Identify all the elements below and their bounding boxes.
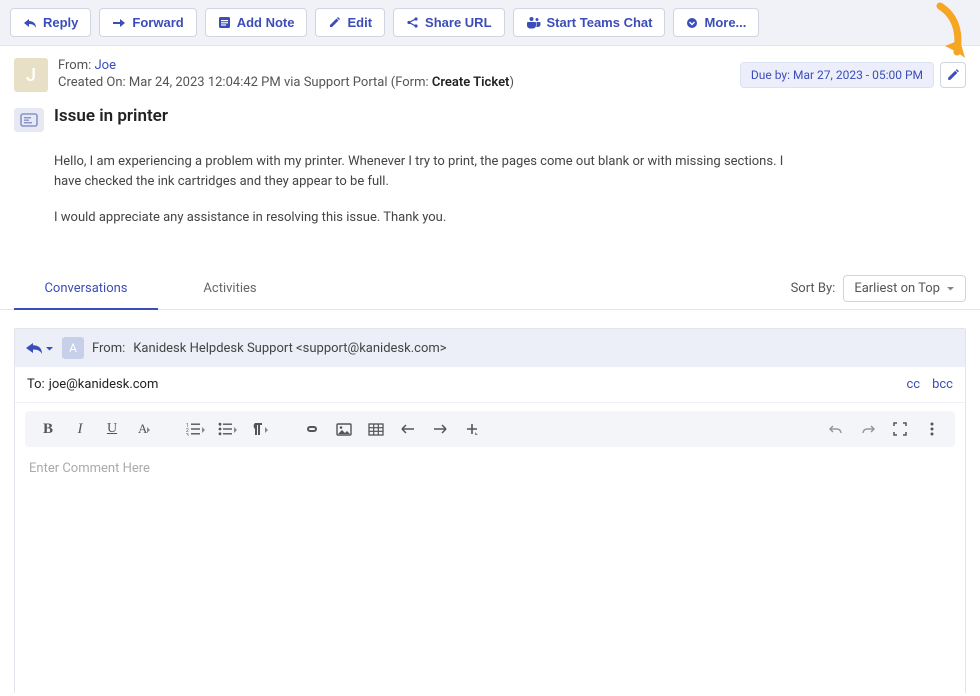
forward-button[interactable]: Forward xyxy=(99,8,196,37)
due-value: Mar 27, 2023 - 05:00 PM xyxy=(793,68,923,82)
pencil-icon xyxy=(946,68,960,82)
caret-down-icon xyxy=(946,284,955,293)
text-color-button[interactable]: A xyxy=(129,415,159,443)
sort-label: Sort By: xyxy=(791,281,836,296)
paragraph-button[interactable] xyxy=(245,415,275,443)
tab-conversations[interactable]: Conversations xyxy=(14,269,158,310)
requester-avatar: J xyxy=(14,58,48,92)
image-button[interactable] xyxy=(329,415,359,443)
sort-value: Earliest on Top xyxy=(854,281,940,296)
ticket-header: J From: Joe Created On: Mar 24, 2023 12:… xyxy=(0,46,980,98)
more-label: More... xyxy=(704,15,746,30)
avatar-letter: A xyxy=(69,341,77,355)
editor-textarea[interactable]: Enter Comment Here xyxy=(15,447,965,693)
svg-text:A: A xyxy=(138,421,148,436)
teams-chat-button[interactable]: Start Teams Chat xyxy=(513,8,666,37)
tab-activities[interactable]: Activities xyxy=(158,269,302,308)
edit-due-button[interactable] xyxy=(940,62,966,88)
fullscreen-button[interactable] xyxy=(885,415,915,443)
note-icon xyxy=(218,16,231,29)
arrow-left-button[interactable] xyxy=(393,415,423,443)
bullet-list-button[interactable] xyxy=(213,415,243,443)
compose-from-label: From: xyxy=(92,341,125,356)
editor-toolbar: B I U A 123 xyxy=(25,411,955,447)
teams-icon xyxy=(526,16,541,29)
reply-label: Reply xyxy=(43,15,78,30)
compose-from-value: Kanidesk Helpdesk Support <support@kanid… xyxy=(133,341,446,356)
teams-chat-label: Start Teams Chat xyxy=(547,15,653,30)
requester-link[interactable]: Joe xyxy=(95,58,116,73)
from-label: From: xyxy=(58,58,91,73)
created-value: Mar 24, 2023 12:04:42 PM via Support Por… xyxy=(129,75,429,90)
due-label: Due by: xyxy=(751,68,790,82)
reply-mode-button[interactable] xyxy=(25,341,54,355)
body-paragraph: Hello, I am experiencing a problem with … xyxy=(54,152,806,192)
reply-icon xyxy=(23,17,37,29)
ticket-title: Issue in printer xyxy=(54,106,168,126)
undo-button[interactable] xyxy=(821,415,851,443)
share-icon xyxy=(406,16,419,29)
forward-label: Forward xyxy=(132,15,183,30)
arrow-right-button[interactable] xyxy=(425,415,455,443)
table-button[interactable] xyxy=(361,415,391,443)
italic-button[interactable]: I xyxy=(65,415,95,443)
share-url-label: Share URL xyxy=(425,15,491,30)
edit-label: Edit xyxy=(347,15,372,30)
bcc-link[interactable]: bcc xyxy=(932,377,953,392)
due-date-pill: Due by: Mar 27, 2023 - 05:00 PM xyxy=(740,62,934,88)
reply-icon xyxy=(25,341,43,355)
avatar-letter: J xyxy=(26,65,36,86)
body-paragraph: I would appreciate any assistance in res… xyxy=(54,208,806,228)
forward-icon xyxy=(112,17,126,29)
compose-card: A From: Kanidesk Helpdesk Support <suppo… xyxy=(14,328,966,693)
cc-link[interactable]: cc xyxy=(906,377,920,392)
action-toolbar: Reply Forward Add Note Edit Share URL St… xyxy=(0,0,980,46)
created-label: Created On: xyxy=(58,75,126,90)
overflow-button[interactable] xyxy=(917,415,947,443)
pencil-icon xyxy=(328,16,341,29)
share-url-button[interactable]: Share URL xyxy=(393,8,504,37)
add-note-button[interactable]: Add Note xyxy=(205,8,308,37)
add-note-label: Add Note xyxy=(237,15,295,30)
caret-down-icon xyxy=(45,344,54,353)
edit-button[interactable]: Edit xyxy=(315,8,385,37)
svg-text:3: 3 xyxy=(186,433,189,436)
content-scroll[interactable]: J From: Joe Created On: Mar 24, 2023 12:… xyxy=(0,46,980,693)
created-close: ) xyxy=(509,75,514,90)
underline-button[interactable]: U xyxy=(97,415,127,443)
sort-select[interactable]: Earliest on Top xyxy=(843,275,966,302)
chevron-down-icon xyxy=(686,17,698,29)
ticket-body: Hello, I am experiencing a problem with … xyxy=(0,142,860,268)
editor-placeholder: Enter Comment Here xyxy=(29,461,150,476)
ticket-type-icon xyxy=(14,108,44,132)
reply-button[interactable]: Reply xyxy=(10,8,91,37)
created-form: Create Ticket xyxy=(432,75,510,90)
bold-button[interactable]: B xyxy=(33,415,63,443)
insert-button[interactable] xyxy=(457,415,487,443)
ordered-list-button[interactable]: 123 xyxy=(181,415,211,443)
compose-to-label: To: xyxy=(27,377,45,392)
redo-button[interactable] xyxy=(853,415,883,443)
link-button[interactable] xyxy=(297,415,327,443)
more-button[interactable]: More... xyxy=(673,8,759,37)
agent-avatar: A xyxy=(62,337,84,359)
compose-to-value: joe@kanidesk.com xyxy=(49,377,159,392)
